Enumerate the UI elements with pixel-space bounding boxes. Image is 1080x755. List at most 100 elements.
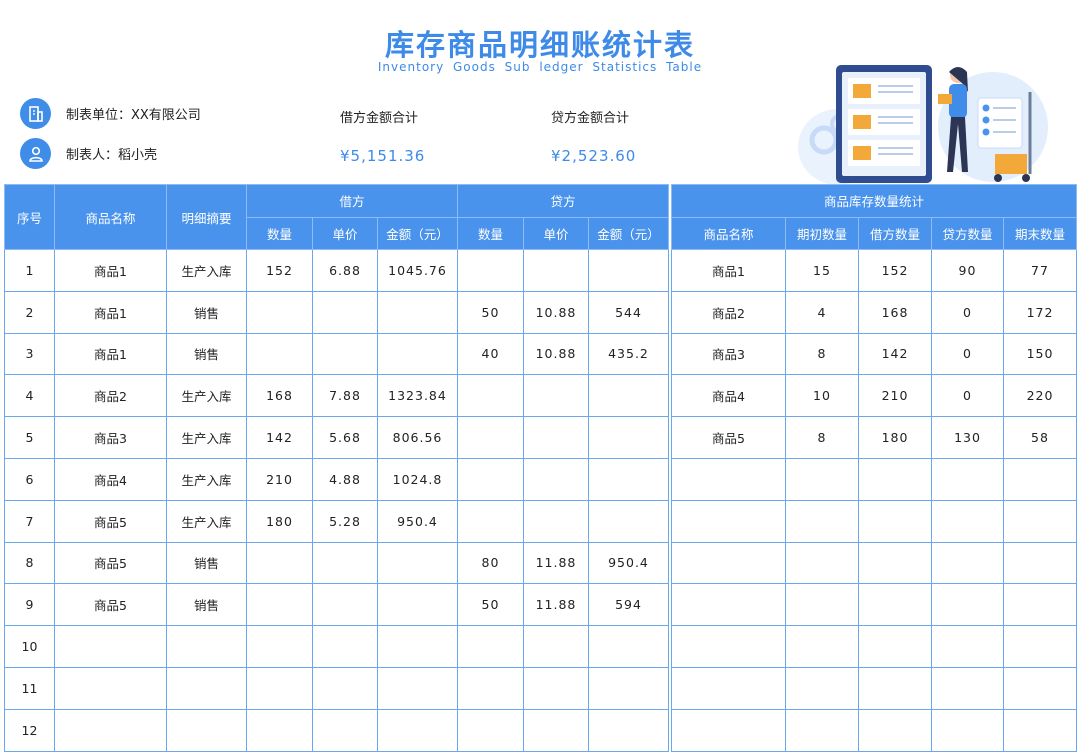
cell-summary[interactable]: 销售: [166, 541, 247, 585]
cell-debit-amount[interactable]: [377, 541, 458, 585]
cell-credit-amount[interactable]: 950.4: [588, 541, 669, 585]
cell-stock-credit-qty[interactable]: [931, 499, 1004, 543]
cell-debit-qty[interactable]: [246, 625, 313, 668]
cell-stock-debit-qty[interactable]: [858, 625, 932, 668]
cell-credit-amount[interactable]: [588, 416, 669, 459]
cell-credit-amount[interactable]: 594: [588, 583, 669, 627]
cell-debit-amount[interactable]: [377, 290, 458, 334]
cell-credit-qty[interactable]: [457, 708, 524, 752]
cell-debit-qty[interactable]: [246, 541, 313, 585]
cell-credit-price[interactable]: 10.88: [523, 332, 589, 376]
cell-stock-debit-qty[interactable]: 180: [858, 416, 932, 459]
cell-stock-opening[interactable]: 10: [785, 374, 859, 418]
cell-name[interactable]: 商品3: [54, 416, 167, 459]
cell-credit-qty[interactable]: 50: [457, 583, 524, 627]
cell-stock-debit-qty[interactable]: [858, 708, 932, 752]
cell-debit-price[interactable]: 4.88: [312, 457, 378, 501]
cell-debit-qty[interactable]: [246, 290, 313, 334]
cell-debit-qty[interactable]: 210: [246, 457, 313, 501]
cell-summary[interactable]: 生产入库: [166, 416, 247, 459]
cell-debit-amount[interactable]: 806.56: [377, 416, 458, 459]
cell-stock-credit-qty[interactable]: 0: [931, 290, 1004, 334]
cell-stock-name[interactable]: 商品3: [671, 332, 786, 376]
cell-stock-opening[interactable]: [785, 666, 859, 710]
cell-summary[interactable]: 生产入库: [166, 457, 247, 501]
cell-debit-price[interactable]: 7.88: [312, 374, 378, 418]
cell-credit-amount[interactable]: [588, 374, 669, 418]
cell-debit-amount[interactable]: [377, 666, 458, 710]
cell-name[interactable]: [54, 666, 167, 710]
cell-stock-debit-qty[interactable]: 152: [858, 249, 932, 292]
cell-debit-amount[interactable]: [377, 583, 458, 627]
cell-debit-amount[interactable]: 1024.8: [377, 457, 458, 501]
cell-seq[interactable]: 10: [4, 625, 55, 668]
cell-credit-price[interactable]: 11.88: [523, 583, 589, 627]
cell-stock-name[interactable]: [671, 541, 786, 585]
cell-stock-closing[interactable]: [1003, 583, 1077, 627]
cell-debit-amount[interactable]: 1323.84: [377, 374, 458, 418]
cell-debit-price[interactable]: 5.28: [312, 499, 378, 543]
cell-seq[interactable]: 11: [4, 666, 55, 710]
cell-stock-name[interactable]: [671, 499, 786, 543]
cell-credit-price[interactable]: [523, 625, 589, 668]
cell-stock-name[interactable]: [671, 457, 786, 501]
cell-stock-closing[interactable]: 58: [1003, 416, 1077, 459]
cell-credit-price[interactable]: [523, 457, 589, 501]
cell-debit-price[interactable]: [312, 332, 378, 376]
cell-seq[interactable]: 12: [4, 708, 55, 752]
cell-seq[interactable]: 1: [4, 249, 55, 292]
cell-debit-price[interactable]: [312, 625, 378, 668]
cell-debit-price[interactable]: 5.68: [312, 416, 378, 459]
cell-name[interactable]: 商品5: [54, 583, 167, 627]
cell-credit-qty[interactable]: 40: [457, 332, 524, 376]
cell-stock-credit-qty[interactable]: 0: [931, 332, 1004, 376]
cell-debit-amount[interactable]: 950.4: [377, 499, 458, 543]
cell-credit-price[interactable]: [523, 666, 589, 710]
cell-credit-price[interactable]: [523, 374, 589, 418]
cell-summary[interactable]: 销售: [166, 332, 247, 376]
cell-stock-closing[interactable]: [1003, 666, 1077, 710]
cell-stock-debit-qty[interactable]: [858, 583, 932, 627]
cell-debit-qty[interactable]: 180: [246, 499, 313, 543]
cell-stock-debit-qty[interactable]: 168: [858, 290, 932, 334]
cell-debit-qty[interactable]: [246, 583, 313, 627]
cell-summary[interactable]: [166, 666, 247, 710]
cell-stock-opening[interactable]: 4: [785, 290, 859, 334]
cell-stock-opening[interactable]: [785, 583, 859, 627]
cell-debit-price[interactable]: [312, 290, 378, 334]
cell-debit-qty[interactable]: [246, 666, 313, 710]
cell-seq[interactable]: 9: [4, 583, 55, 627]
cell-stock-debit-qty[interactable]: [858, 457, 932, 501]
cell-stock-closing[interactable]: [1003, 499, 1077, 543]
cell-stock-name[interactable]: [671, 666, 786, 710]
cell-debit-price[interactable]: [312, 708, 378, 752]
cell-credit-amount[interactable]: 435.2: [588, 332, 669, 376]
cell-stock-debit-qty[interactable]: [858, 666, 932, 710]
cell-credit-price[interactable]: 10.88: [523, 290, 589, 334]
cell-credit-price[interactable]: [523, 249, 589, 292]
cell-stock-closing[interactable]: [1003, 625, 1077, 668]
cell-stock-credit-qty[interactable]: [931, 708, 1004, 752]
cell-summary[interactable]: 生产入库: [166, 249, 247, 292]
cell-credit-amount[interactable]: [588, 625, 669, 668]
cell-seq[interactable]: 8: [4, 541, 55, 585]
cell-credit-amount[interactable]: 544: [588, 290, 669, 334]
cell-seq[interactable]: 4: [4, 374, 55, 418]
cell-stock-credit-qty[interactable]: [931, 457, 1004, 501]
cell-stock-credit-qty[interactable]: [931, 583, 1004, 627]
cell-stock-debit-qty[interactable]: 210: [858, 374, 932, 418]
cell-stock-opening[interactable]: 15: [785, 249, 859, 292]
cell-stock-name[interactable]: 商品1: [671, 249, 786, 292]
cell-name[interactable]: 商品1: [54, 290, 167, 334]
cell-stock-closing[interactable]: 220: [1003, 374, 1077, 418]
cell-stock-opening[interactable]: [785, 457, 859, 501]
cell-stock-credit-qty[interactable]: [931, 666, 1004, 710]
cell-stock-opening[interactable]: 8: [785, 332, 859, 376]
cell-debit-amount[interactable]: [377, 625, 458, 668]
cell-name[interactable]: 商品2: [54, 374, 167, 418]
cell-name[interactable]: 商品5: [54, 541, 167, 585]
cell-stock-credit-qty[interactable]: 90: [931, 249, 1004, 292]
cell-credit-price[interactable]: [523, 416, 589, 459]
cell-stock-closing[interactable]: [1003, 708, 1077, 752]
cell-debit-amount[interactable]: [377, 708, 458, 752]
